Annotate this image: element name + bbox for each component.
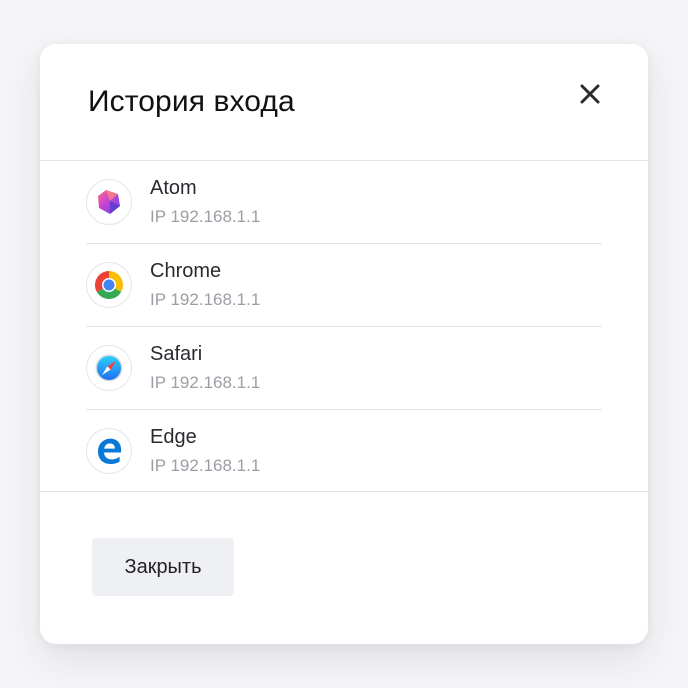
browser-name: Atom (150, 177, 197, 199)
dialog-title: История входа (88, 85, 295, 118)
ip-address: IP 192.168.1.1 (150, 290, 261, 309)
ip-address: IP 192.168.1.1 (150, 373, 261, 392)
safari-icon (86, 345, 132, 391)
list-item: Safari IP 192.168.1.1 (86, 327, 602, 410)
atom-icon (86, 179, 132, 225)
close-button[interactable] (570, 74, 610, 114)
browser-name: Edge (150, 426, 197, 448)
browser-name: Chrome (150, 260, 222, 282)
ip-address: IP 192.168.1.1 (150, 207, 261, 226)
list-item: Edge IP 192.168.1.1 (86, 410, 602, 491)
session-list: Atom IP 192.168.1.1 Chrome IP 192.168.1.… (40, 161, 648, 492)
browser-name: Safari (150, 343, 203, 365)
dialog-header: История входа (40, 44, 648, 161)
login-history-dialog: История входа Atom IP 192.168.1.1 Chrome… (40, 44, 648, 644)
list-item: Chrome IP 192.168.1.1 (86, 244, 602, 327)
close-dialog-button[interactable]: Закрыть (92, 538, 234, 596)
close-icon (580, 84, 600, 104)
edge-icon (86, 428, 132, 474)
ip-address: IP 192.168.1.1 (150, 456, 261, 475)
list-item: Atom IP 192.168.1.1 (86, 161, 602, 244)
chrome-icon (86, 262, 132, 308)
